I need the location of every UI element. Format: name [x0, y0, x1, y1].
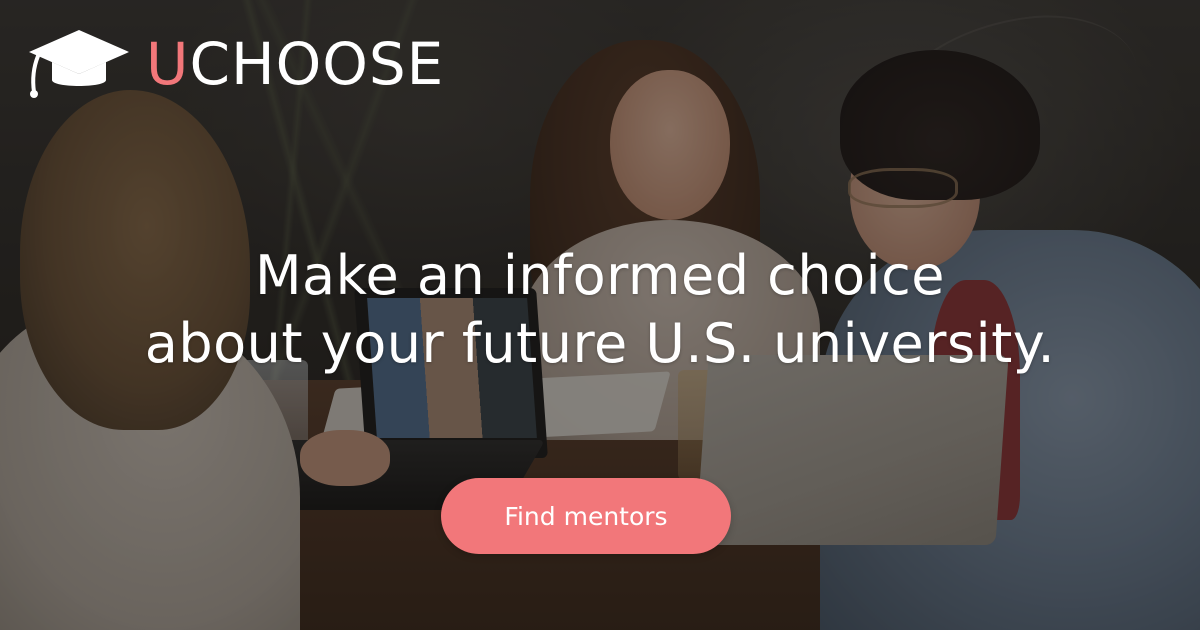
- brand-name: U CHOOSE: [146, 35, 444, 93]
- headline-line-2: about your future U.S. university.: [144, 312, 1056, 375]
- graduation-cap-icon: [29, 30, 129, 98]
- brand-name-rest: CHOOSE: [189, 30, 445, 98]
- find-mentors-button[interactable]: Find mentors: [441, 478, 731, 554]
- hero-banner: U CHOOSE Make an informed choice about yo…: [0, 0, 1200, 630]
- headline: Make an informed choice about your futur…: [0, 242, 1200, 378]
- headline-line-1: Make an informed choice: [254, 244, 946, 307]
- brand-logo[interactable]: U CHOOSE: [26, 26, 444, 102]
- brand-name-accent: U: [146, 30, 190, 98]
